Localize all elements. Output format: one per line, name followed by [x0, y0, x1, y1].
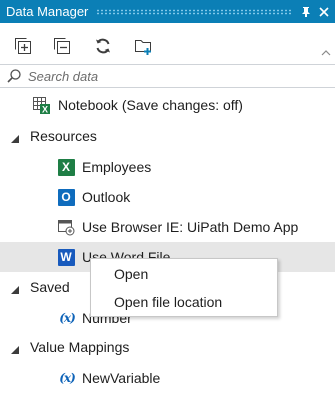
outlook-icon: O [57, 188, 75, 206]
new-folder-icon[interactable] [133, 35, 155, 57]
tree-group-value-mappings[interactable]: Value Mappings [0, 332, 335, 362]
search-icon [6, 68, 22, 84]
variable-icon: (x) [59, 371, 76, 385]
expand-all-icon[interactable] [12, 35, 34, 57]
expanded-triangle-icon[interactable] [10, 282, 20, 294]
svg-text:X: X [42, 105, 48, 115]
expanded-triangle-icon[interactable] [10, 131, 20, 143]
excel-icon: X [57, 158, 75, 176]
panel-title: Data Manager [6, 4, 89, 19]
data-manager-panel: Data Manager Search data X Notebook (Sav… [0, 0, 335, 394]
panel-title-bar[interactable]: Data Manager [0, 0, 335, 23]
excel-notebook-icon: X [32, 96, 50, 114]
browser-icon [57, 218, 75, 236]
tree-item-label: Notebook (Save changes: off) [58, 97, 243, 113]
tree-item-label: Outlook [82, 189, 131, 205]
scroll-up-arrow-icon[interactable] [321, 44, 331, 56]
collapse-all-icon[interactable] [51, 35, 73, 57]
tree-item-newvariable[interactable]: (x) NewVariable [0, 363, 335, 393]
tree-group-label: Saved [30, 279, 70, 295]
pin-icon[interactable] [299, 5, 313, 19]
tree-group-label: Value Mappings [30, 339, 130, 355]
context-menu: Open Open file location [90, 258, 278, 317]
tree-group-label: Resources [30, 128, 97, 144]
search-input[interactable] [26, 67, 310, 85]
expanded-triangle-icon[interactable] [10, 342, 20, 354]
tree-item-employees[interactable]: X Employees [0, 152, 335, 182]
close-icon[interactable] [317, 5, 331, 19]
search-bar [0, 64, 335, 88]
menu-item-open[interactable]: Open [92, 261, 276, 287]
toolbar [0, 31, 335, 61]
refresh-icon[interactable] [92, 35, 114, 57]
tree-item-browser[interactable]: Use Browser IE: UiPath Demo App [0, 212, 335, 242]
tree-item-label: NewVariable [82, 370, 161, 386]
tree-group-resources[interactable]: Resources [0, 121, 335, 151]
tree-item-label: Employees [82, 159, 152, 175]
title-grip [96, 8, 291, 15]
tree-item-notebook[interactable]: X Notebook (Save changes: off) [0, 90, 335, 120]
variable-icon: (x) [59, 311, 76, 325]
word-icon: W [57, 248, 75, 266]
menu-item-open-file-location[interactable]: Open file location [92, 289, 276, 315]
tree-item-label: Use Browser IE: UiPath Demo App [82, 219, 299, 235]
tree-item-outlook[interactable]: O Outlook [0, 182, 335, 212]
